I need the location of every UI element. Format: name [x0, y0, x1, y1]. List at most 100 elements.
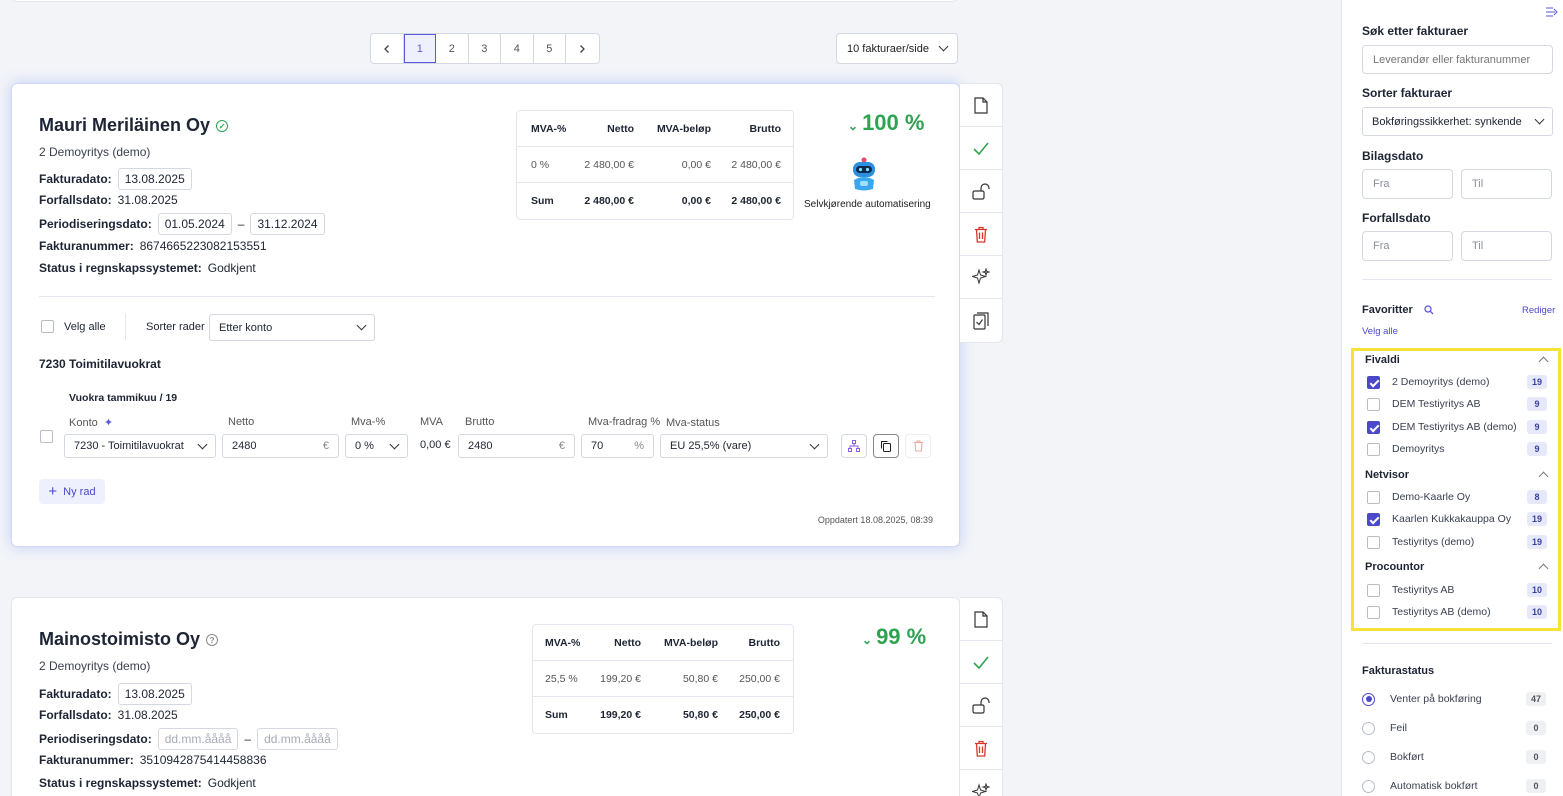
- search-icon[interactable]: [1424, 305, 1434, 315]
- brutto-header: Brutto: [465, 416, 495, 428]
- row-checkbox[interactable]: [40, 430, 53, 443]
- edit-favorites-link[interactable]: Rediger: [1522, 305, 1555, 316]
- unlock-icon: [972, 696, 990, 714]
- select-all-rows[interactable]: Velg alle: [41, 320, 106, 333]
- chevron-down-icon: [1534, 114, 1545, 125]
- clipboard-button[interactable]: [960, 299, 1002, 342]
- delete-row-button[interactable]: [905, 434, 931, 458]
- status-option[interactable]: Bokført 0: [1362, 750, 1546, 764]
- period-to-input[interactable]: 31.12.2024: [250, 213, 325, 235]
- brutto-input[interactable]: 2480 €: [458, 434, 575, 458]
- line-title: Vuokra tammikuu / 19: [69, 392, 178, 404]
- invoice-date-input[interactable]: 13.08.2025: [117, 168, 192, 190]
- vat-header-row: MVA-% Netto MVA-beløp Brutto: [517, 111, 793, 147]
- pagination: 1 2 3 4 5: [370, 33, 600, 64]
- search-input[interactable]: [1362, 45, 1553, 74]
- accounting-status-field: Status i regnskapssystemet: Godkjent: [39, 261, 256, 275]
- vat-summary-table: MVA-% Netto MVA-beløp Brutto 0 % 2 480,0…: [516, 110, 794, 220]
- invoice-date-field: Fakturadato: 13.08.2025: [39, 168, 192, 190]
- add-row-button[interactable]: + Ny rad: [39, 479, 105, 504]
- status-option[interactable]: Automatisk bokført 0: [1362, 779, 1546, 793]
- delete-invoice-button[interactable]: [960, 727, 1002, 770]
- status-radio[interactable]: [1362, 721, 1375, 735]
- split-row-button[interactable]: [841, 434, 867, 458]
- checkmark-icon: [973, 141, 989, 155]
- mva-value: 0,00 €: [420, 439, 451, 451]
- sort-select[interactable]: Bokføringssikkerhet: synkende: [1362, 107, 1553, 136]
- vat-sum-row: Sum 199,20 € 50,80 € 250,00 €: [545, 709, 780, 721]
- konto-header: Konto ✦: [69, 417, 114, 429]
- confidence-score[interactable]: ⌄ 100 %: [848, 110, 924, 136]
- collapse-sidebar-icon[interactable]: [1546, 7, 1558, 17]
- delete-invoice-button[interactable]: [960, 213, 1002, 256]
- chevron-down-icon: [938, 41, 949, 52]
- status-radio[interactable]: [1362, 692, 1375, 706]
- sparkle-icon: [972, 268, 990, 285]
- confidence-score[interactable]: ⌄ 99 %: [862, 624, 926, 650]
- page-5-button[interactable]: 5: [534, 34, 566, 63]
- chevron-down-icon: [356, 320, 367, 331]
- sort-rows-select[interactable]: Etter konto: [209, 314, 375, 341]
- page-4-button[interactable]: 4: [501, 34, 534, 63]
- prev-page-button[interactable]: [371, 34, 404, 63]
- verified-check-icon: ✓: [216, 120, 229, 133]
- invoice-date-input[interactable]: 13.08.2025: [117, 683, 192, 705]
- konto-select[interactable]: 7230 - Toimitilavuokrat: [64, 434, 216, 458]
- approve-button[interactable]: [960, 127, 1002, 170]
- document-button[interactable]: [960, 84, 1002, 127]
- trash-icon: [975, 226, 987, 243]
- chevron-down-icon: ⌄: [848, 119, 859, 133]
- voucher-date-to[interactable]: Til: [1461, 169, 1552, 199]
- deduction-input[interactable]: 70 %: [581, 434, 654, 458]
- page-2-button[interactable]: 2: [436, 34, 469, 63]
- hierarchy-icon: [848, 440, 860, 452]
- per-page-select[interactable]: 10 fakturaer/side: [836, 33, 958, 64]
- help-icon: ?: [206, 634, 219, 647]
- due-date-to[interactable]: Til: [1461, 231, 1552, 261]
- deduction-header: Mva-fradrag %: [588, 416, 661, 428]
- chevron-down-icon: [809, 439, 820, 449]
- due-date-value: 31.08.2025: [117, 708, 178, 722]
- vat-header-row: MVA-% Netto MVA-beløp Brutto: [533, 625, 793, 661]
- due-date-title: Forfallsdato: [1362, 211, 1431, 225]
- period-to-input[interactable]: dd.mm.åååå: [257, 728, 338, 750]
- netto-input[interactable]: 2480 €: [222, 434, 339, 458]
- company-name: 2 Demoyritys (demo): [39, 659, 151, 673]
- vat-row: 0 % 2 480,00 € 0,00 € 2 480,00 €: [517, 147, 793, 183]
- mva-status-select[interactable]: EU 25,5% (vare): [660, 434, 828, 458]
- period-date-field: Periodiseringsdato: dd.mm.åååå – dd.mm.å…: [39, 728, 338, 750]
- plus-icon: +: [48, 483, 58, 500]
- status-radio[interactable]: [1362, 750, 1375, 764]
- ai-suggest-button[interactable]: [960, 770, 1002, 796]
- ai-suggest-button[interactable]: [960, 256, 1002, 299]
- period-from-input[interactable]: 01.05.2024: [157, 213, 232, 235]
- due-date-field: Forfallsdato: 31.08.2025: [39, 708, 178, 722]
- approve-button[interactable]: [960, 641, 1002, 684]
- select-all-checkbox[interactable]: [41, 320, 54, 333]
- due-date-from[interactable]: Fra: [1362, 231, 1453, 261]
- vendor-name: Mainostoimisto Oy: [39, 629, 201, 649]
- mva-pct-header: Mva-%: [351, 416, 386, 428]
- trash-icon: [975, 740, 987, 757]
- invoice-status-title: Fakturastatus: [1362, 665, 1435, 677]
- copy-row-button[interactable]: [873, 434, 899, 458]
- status-radio[interactable]: [1362, 779, 1375, 793]
- trash-icon: [913, 440, 923, 452]
- unlock-button[interactable]: [960, 170, 1002, 213]
- page-1-button[interactable]: 1: [403, 34, 436, 63]
- status-option[interactable]: Feil 0: [1362, 721, 1546, 735]
- per-page-value: 10 fakturaer/side: [847, 42, 929, 55]
- next-page-button[interactable]: [566, 34, 599, 63]
- voucher-date-from[interactable]: Fra: [1362, 169, 1453, 199]
- mva-status-header: Mva-status: [666, 417, 720, 429]
- status-option[interactable]: Venter på bokføring 47: [1362, 692, 1546, 706]
- document-button[interactable]: [960, 598, 1002, 641]
- unlock-button[interactable]: [960, 684, 1002, 727]
- checkmark-icon: [973, 655, 989, 669]
- mva-pct-select[interactable]: 0 %: [345, 434, 408, 458]
- invoice-actions: [960, 597, 1003, 796]
- period-from-input[interactable]: dd.mm.åååå: [157, 728, 239, 750]
- select-all-favorites-link[interactable]: Velg alle: [1362, 326, 1398, 337]
- invoice-number-value: 8674665223082153551: [139, 239, 267, 253]
- page-3-button[interactable]: 3: [469, 34, 501, 63]
